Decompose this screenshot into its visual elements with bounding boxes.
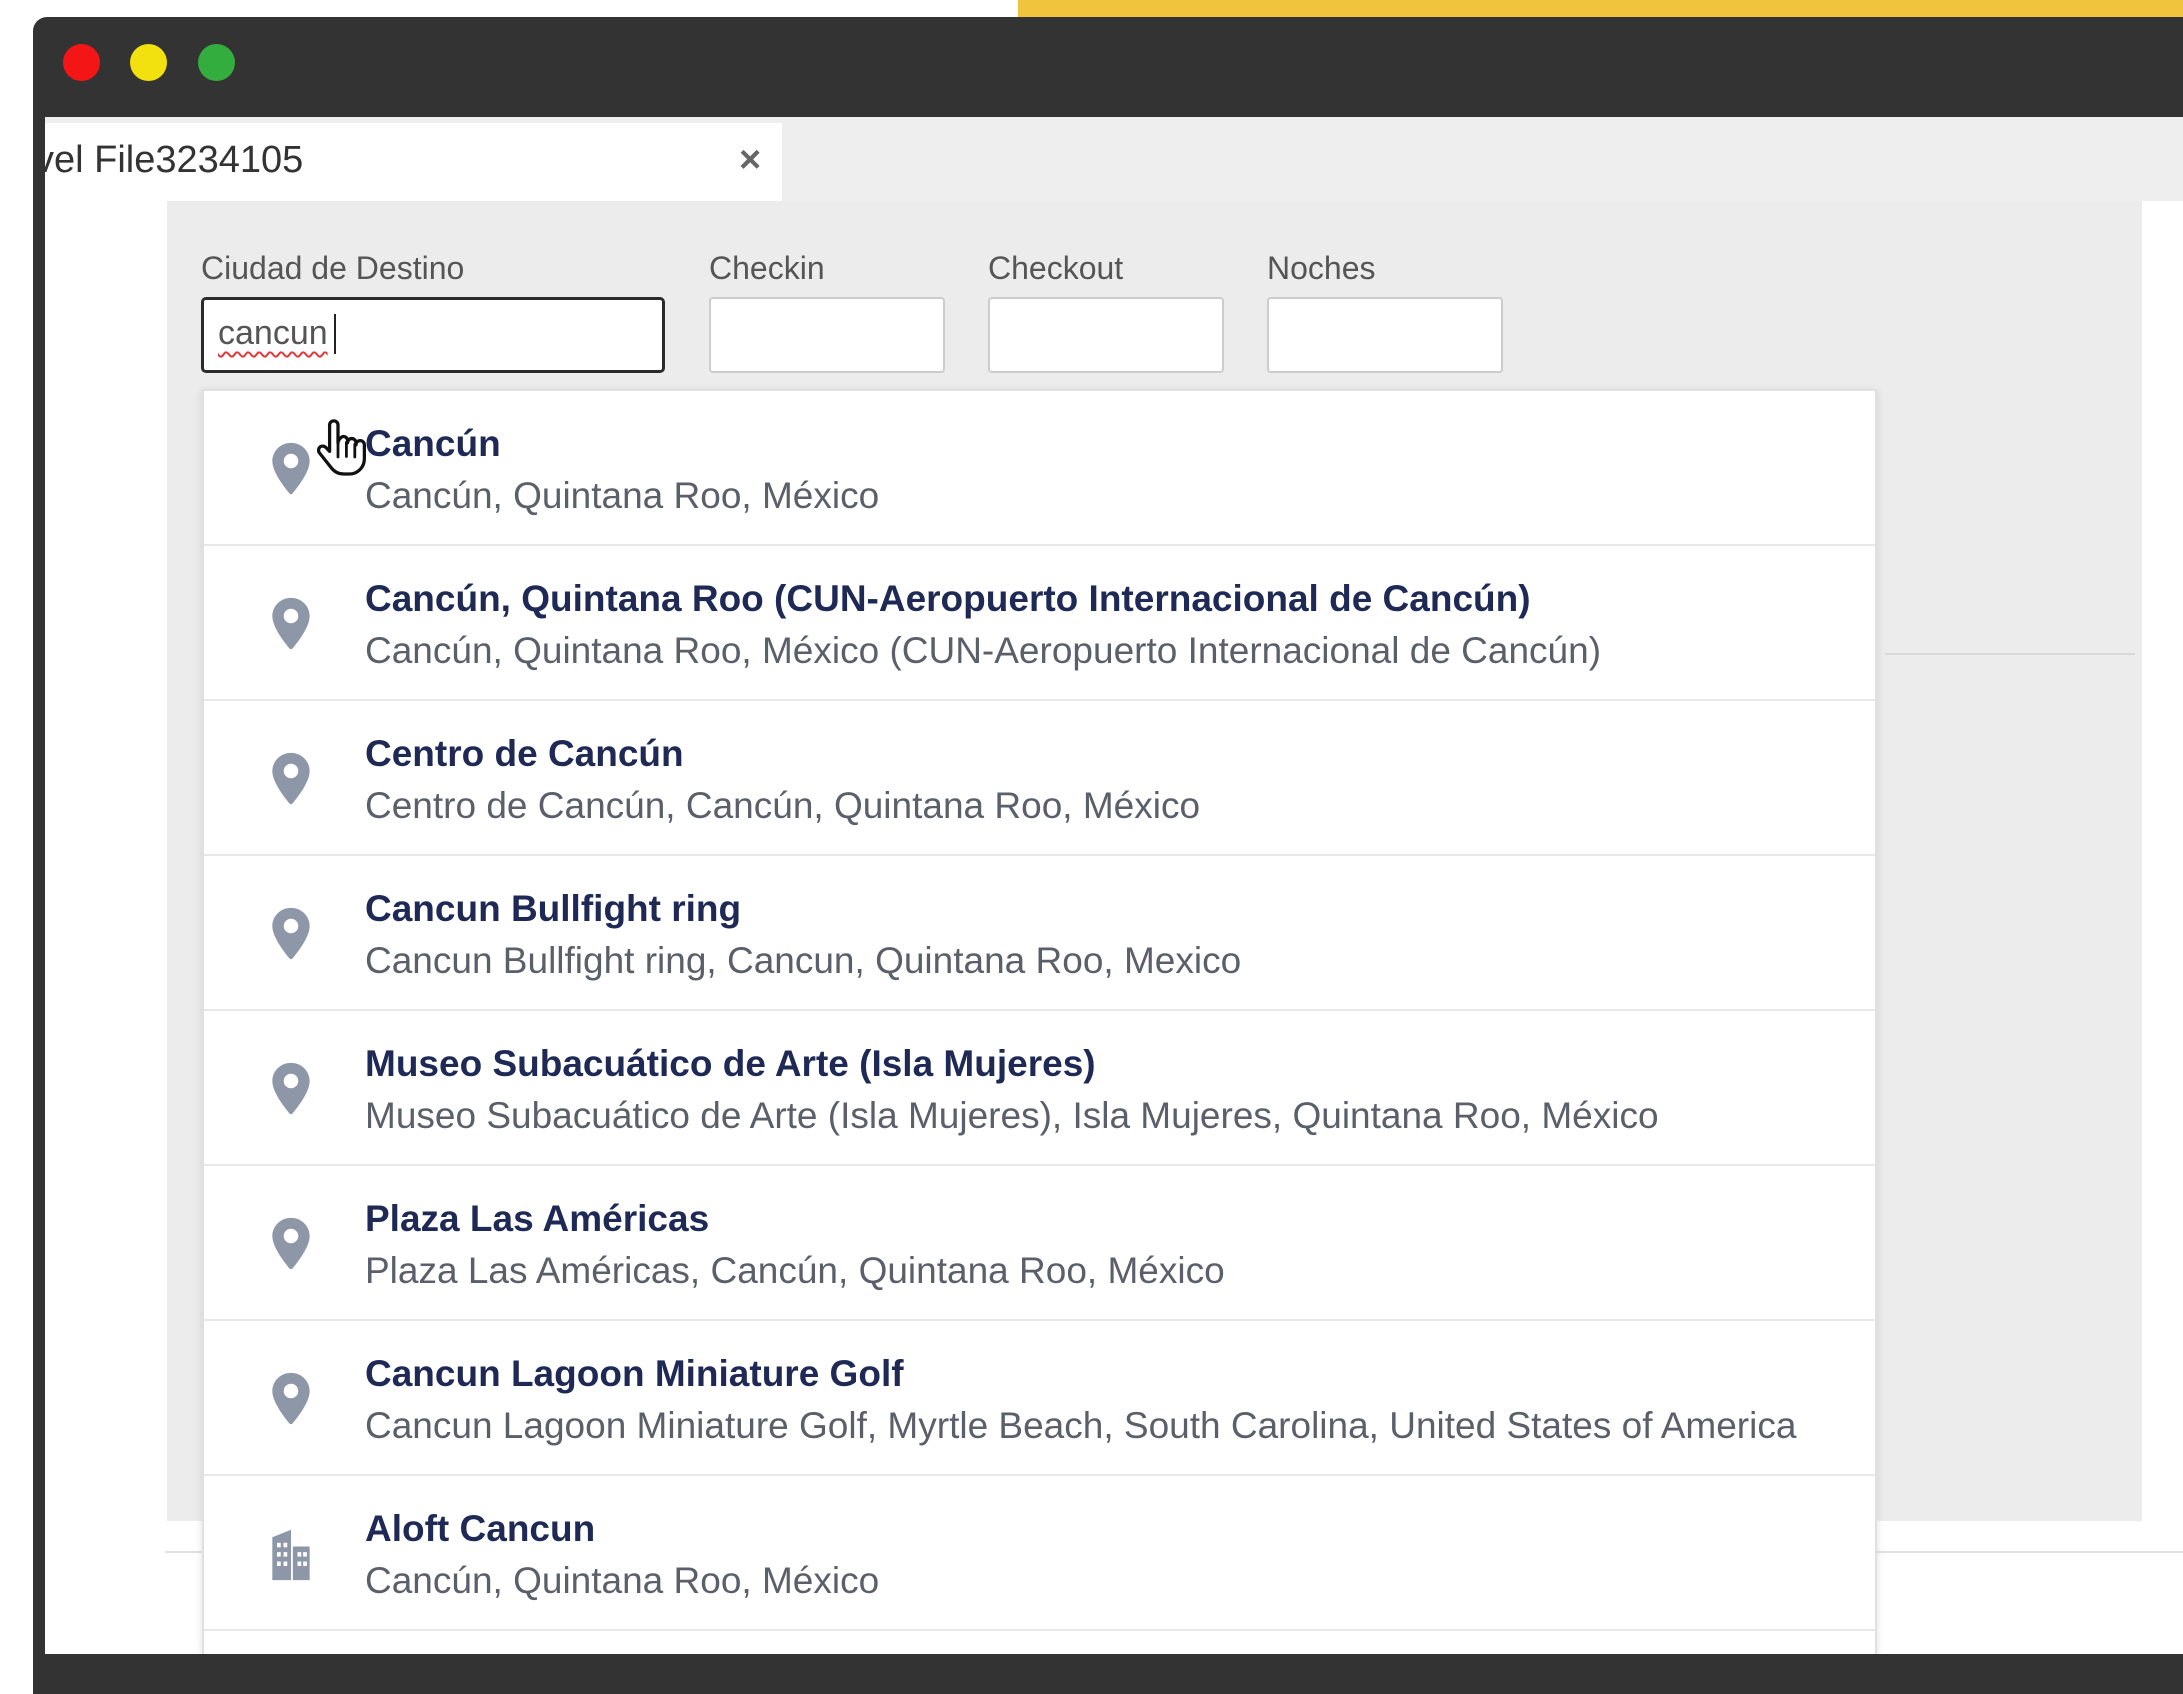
map-pin-icon [272, 752, 310, 805]
suggestion-subtitle: Cancun Lagoon Miniature Golf, Myrtle Bea… [365, 1405, 1797, 1446]
suggestion-subtitle: Museo Subacuático de Arte (Isla Mujeres)… [365, 1095, 1659, 1136]
destination-suggestions-dropdown: Cancún Cancún, Quintana Roo, México Canc… [202, 389, 1877, 1654]
nights-input[interactable] [1267, 297, 1503, 373]
window-maximize-button[interactable] [198, 44, 235, 81]
suggestion-title: Cancún [365, 423, 501, 464]
suggestion-subtitle: Centro de Cancún, Cancún, Quintana Roo, … [365, 785, 1201, 826]
map-pin-icon [272, 1217, 310, 1270]
building-icon [272, 1529, 310, 1581]
suggestion-title: Cancun Lagoon Miniature Golf [365, 1353, 904, 1394]
window-close-button[interactable] [63, 44, 100, 81]
checkin-label: Checkin [709, 250, 825, 286]
checkin-input[interactable] [709, 297, 945, 373]
map-pin-icon [272, 442, 310, 495]
suggestion-title: Cancun Bullfight ring [365, 888, 742, 929]
checkout-input[interactable] [988, 297, 1224, 373]
tab-travel-file[interactable]: vel File3234105 × [45, 123, 782, 201]
map-pin-icon [272, 597, 310, 650]
suggestion-item[interactable]: Centro de Cancún Centro de Cancún, Cancú… [204, 701, 1875, 856]
suggestion-subtitle: Cancún, Quintana Roo, México [365, 475, 880, 516]
nights-label: Noches [1267, 250, 1376, 286]
suggestion-subtitle: Cancun Bullfight ring, Cancun, Quintana … [365, 940, 1242, 981]
destination-input[interactable]: cancun [201, 297, 665, 373]
suggestion-item[interactable]: Cancún, Quintana Roo (CUN-Aeropuerto Int… [204, 546, 1875, 701]
map-pin-icon [272, 1372, 310, 1425]
suggestion-title: Centro de Cancún [365, 733, 684, 774]
tab-bar: vel File3234105 × [45, 117, 2183, 201]
divider [1885, 653, 2135, 655]
background-accent-strip [1018, 0, 2183, 18]
suggestion-item[interactable]: Museo Subacuático de Arte (Isla Mujeres)… [204, 1011, 1875, 1166]
suggestion-item[interactable]: Plaza Las Américas Plaza Las Américas, C… [204, 1166, 1875, 1321]
tab-title: vel File3234105 [45, 139, 304, 181]
map-pin-icon [272, 1062, 310, 1115]
hand-pointer-cursor-icon [317, 419, 366, 476]
suggestion-title: Cancún, Quintana Roo (CUN-Aeropuerto Int… [365, 578, 1531, 619]
checkout-label: Checkout [988, 250, 1124, 286]
suggestion-item[interactable]: Cancún Cancún, Quintana Roo, México [204, 391, 1875, 546]
map-pin-icon [272, 907, 310, 960]
destination-input-value: cancun [218, 314, 328, 352]
suggestion-title: Aloft Cancun [365, 1508, 596, 1549]
destination-label: Ciudad de Destino [201, 250, 465, 286]
suggestion-subtitle: Cancún, Quintana Roo, México (CUN-Aeropu… [365, 630, 1602, 671]
window-minimize-button[interactable] [130, 44, 167, 81]
suggestion-item[interactable]: Cancun Bullfight ring Cancun Bullfight r… [204, 856, 1875, 1011]
suggestion-subtitle: Plaza Las Américas, Cancún, Quintana Roo… [365, 1250, 1225, 1291]
browser-window: vel File3234105 × Ciudad de Destino canc… [33, 17, 2183, 1694]
suggestion-title: Plaza Las Américas [365, 1198, 710, 1239]
app-content: vel File3234105 × Ciudad de Destino canc… [45, 117, 2183, 1654]
text-caret [334, 314, 336, 354]
suggestion-item[interactable]: Aloft Cancun Cancún, Quintana Roo, Méxic… [204, 1476, 1875, 1631]
suggestion-item[interactable]: Cancun Lagoon Miniature Golf Cancun Lago… [204, 1321, 1875, 1476]
suggestion-title: Museo Subacuático de Arte (Isla Mujeres) [365, 1043, 1096, 1084]
tab-close-icon[interactable]: × [739, 141, 761, 179]
suggestion-subtitle: Cancún, Quintana Roo, México [365, 1560, 880, 1601]
